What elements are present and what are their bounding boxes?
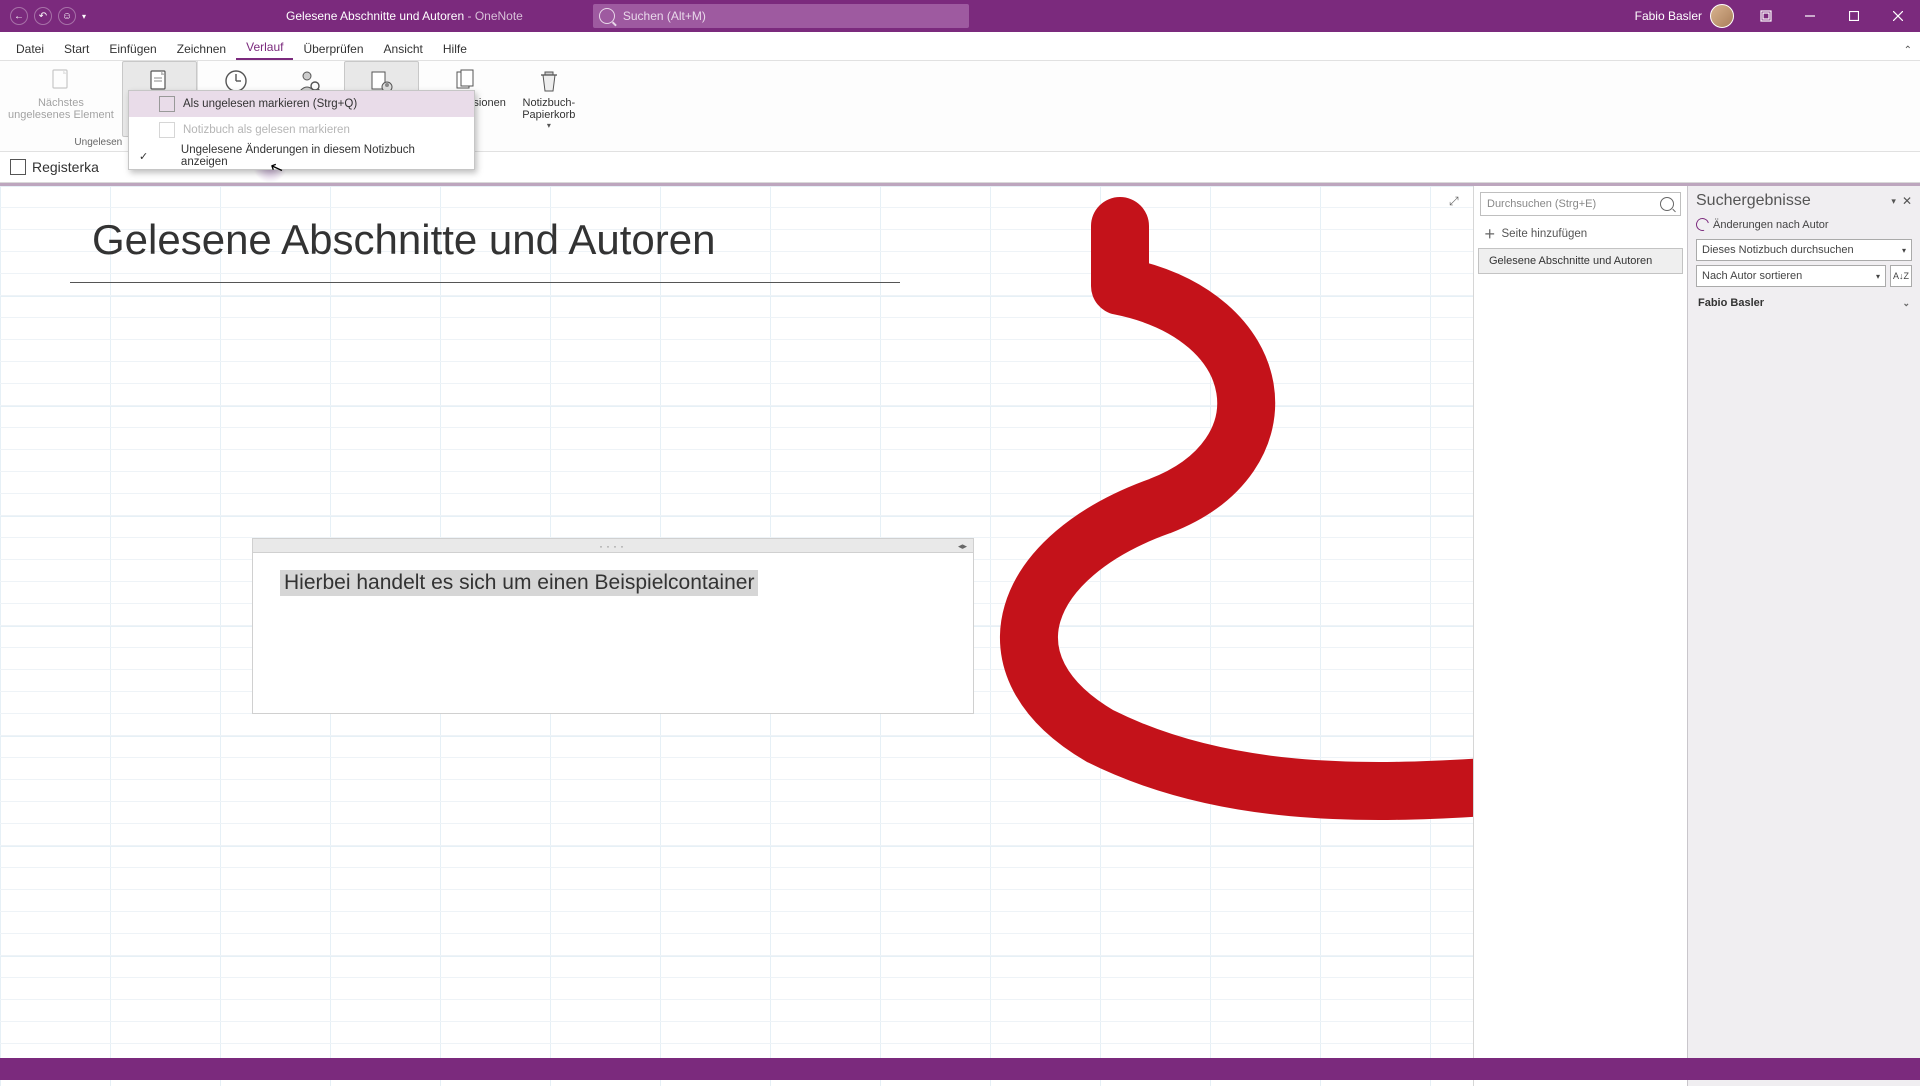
dropdown-item-show-unread-changes[interactable]: ✓ Ungelesene Änderungen in diesem Notizb… (129, 143, 474, 169)
refresh-icon (1694, 216, 1712, 234)
tab-verlauf[interactable]: Verlauf (236, 34, 293, 60)
results-author-name: Fabio Basler (1698, 297, 1764, 309)
page-canvas[interactable]: ⤢ Gelesene Abschnitte und Autoren ···· ◂… (0, 186, 1473, 1086)
section-tab[interactable]: Registerka (32, 159, 99, 175)
titlebar: ← ↶ ☺ ▾ Gelesene Abschnitte und Autoren … (0, 0, 1920, 32)
plus-icon: ＋ (1484, 226, 1496, 242)
maximize-button[interactable] (1832, 0, 1876, 32)
collapse-ribbon-icon[interactable]: ⌃ (1904, 45, 1912, 56)
tab-datei[interactable]: Datei (6, 36, 54, 60)
search-scope-value: Dieses Notizbuch durchsuchen (1702, 244, 1854, 256)
page-icon (159, 122, 175, 138)
add-page-label: Seite hinzufügen (1502, 228, 1588, 240)
back-icon[interactable]: ← (10, 7, 28, 25)
chevron-down-icon: ▾ (1902, 246, 1906, 255)
check-icon: ✓ (139, 150, 151, 163)
app-name: OneNote (475, 9, 523, 23)
touch-icon[interactable]: ☺ (58, 7, 76, 25)
global-search[interactable]: Suchen (Alt+M) (593, 4, 969, 28)
status-bar (0, 1058, 1920, 1080)
tab-ueberpruefen[interactable]: Überprüfen (293, 36, 373, 60)
dropdown-item-label: Notizbuch als gelesen markieren (183, 124, 350, 136)
ribbon-tabs: Datei Start Einfügen Zeichnen Verlauf Üb… (0, 32, 1920, 61)
minimize-button[interactable] (1788, 0, 1832, 32)
ink-drawing (920, 196, 1473, 916)
drag-dots-icon: ···· (599, 539, 627, 553)
results-title: Suchergebnisse (1696, 192, 1885, 210)
search-scope-select[interactable]: Dieses Notizbuch durchsuchen ▾ (1696, 239, 1912, 261)
window-mode-icon[interactable] (1744, 0, 1788, 32)
tab-start[interactable]: Start (54, 36, 99, 60)
sort-direction-button[interactable]: A↓Z (1890, 265, 1912, 287)
main-area: ⤢ Gelesene Abschnitte und Autoren ···· ◂… (0, 186, 1920, 1086)
mark-read-dropdown: Als ungelesen markieren (Strg+Q) Notizbu… (128, 90, 475, 170)
dropdown-item-mark-notebook-read: Notizbuch als gelesen markieren (129, 117, 474, 143)
page-search-placeholder: Durchsuchen (Strg+E) (1487, 198, 1596, 210)
recycle-bin-button[interactable]: Notizbuch-Papierkorb ▾ (514, 61, 584, 137)
avatar[interactable] (1710, 4, 1734, 28)
tab-hilfe[interactable]: Hilfe (433, 36, 477, 60)
quick-access-toolbar: ← ↶ ☺ ▾ (0, 7, 86, 25)
page-icon (159, 96, 175, 112)
add-page-button[interactable]: ＋ Seite hinzufügen (1474, 222, 1687, 246)
page-list-item[interactable]: Gelesene Abschnitte und Autoren (1478, 248, 1683, 274)
undo-icon[interactable]: ↶ (34, 7, 52, 25)
results-author-group[interactable]: Fabio Basler ⌄ (1688, 293, 1920, 313)
page-next-icon (47, 67, 75, 95)
window-controls (1788, 0, 1920, 32)
tab-einfuegen[interactable]: Einfügen (99, 36, 166, 60)
note-container-text[interactable]: Hierbei handelt es sich um einen Beispie… (280, 570, 758, 596)
sort-value: Nach Autor sortieren (1702, 270, 1802, 282)
chevron-down-icon: ▾ (547, 121, 551, 130)
next-unread-label: Nächstesungelesenes Element (8, 97, 114, 121)
recycle-bin-label: Notizbuch-Papierkorb (522, 97, 575, 121)
chevron-down-icon: ⌄ (1902, 298, 1910, 309)
group-ungelesen-label: Ungelesen (74, 137, 122, 150)
page-list-pane: Durchsuchen (Strg+E) ＋ Seite hinzufügen … (1473, 186, 1687, 1086)
results-dropdown-icon[interactable]: ▾ (1891, 196, 1896, 207)
dropdown-item-label: Ungelesene Änderungen in diesem Notizbuc… (181, 144, 464, 168)
search-icon (599, 8, 615, 24)
sort-select[interactable]: Nach Autor sortieren ▾ (1696, 265, 1886, 287)
trash-icon (535, 67, 563, 95)
chevron-down-icon: ▾ (1876, 272, 1880, 281)
page-search-input[interactable]: Durchsuchen (Strg+E) (1480, 192, 1681, 216)
user-area[interactable]: Fabio Basler (1635, 4, 1744, 28)
search-placeholder: Suchen (Alt+M) (623, 9, 706, 23)
search-results-pane: Suchergebnisse ▾ ✕ Änderungen nach Autor… (1687, 186, 1920, 1086)
next-unread-button: Nächstesungelesenes Element (0, 61, 122, 137)
results-subtitle-row[interactable]: Änderungen nach Autor (1688, 216, 1920, 237)
dropdown-item-label: Als ungelesen markieren (Strg+Q) (183, 98, 357, 110)
title-separator: - (464, 9, 475, 23)
tab-zeichnen[interactable]: Zeichnen (167, 36, 236, 60)
note-container-handle[interactable]: ···· ◂▸ (252, 538, 974, 553)
user-name: Fabio Basler (1635, 9, 1702, 23)
doc-title: Gelesene Abschnitte und Autoren (286, 9, 464, 23)
page-title[interactable]: Gelesene Abschnitte und Autoren (92, 216, 715, 264)
window-title: Gelesene Abschnitte und Autoren - OneNot… (286, 9, 523, 23)
dropdown-item-mark-unread[interactable]: Als ungelesen markieren (Strg+Q) (129, 91, 474, 117)
title-underline (70, 282, 900, 283)
notebook-icon[interactable] (10, 159, 26, 175)
tab-ansicht[interactable]: Ansicht (374, 36, 433, 60)
results-subtitle: Änderungen nach Autor (1713, 219, 1829, 231)
close-button[interactable] (1876, 0, 1920, 32)
search-icon (1660, 197, 1674, 211)
close-icon[interactable]: ✕ (1902, 194, 1912, 208)
qat-more-icon[interactable]: ▾ (82, 12, 86, 21)
